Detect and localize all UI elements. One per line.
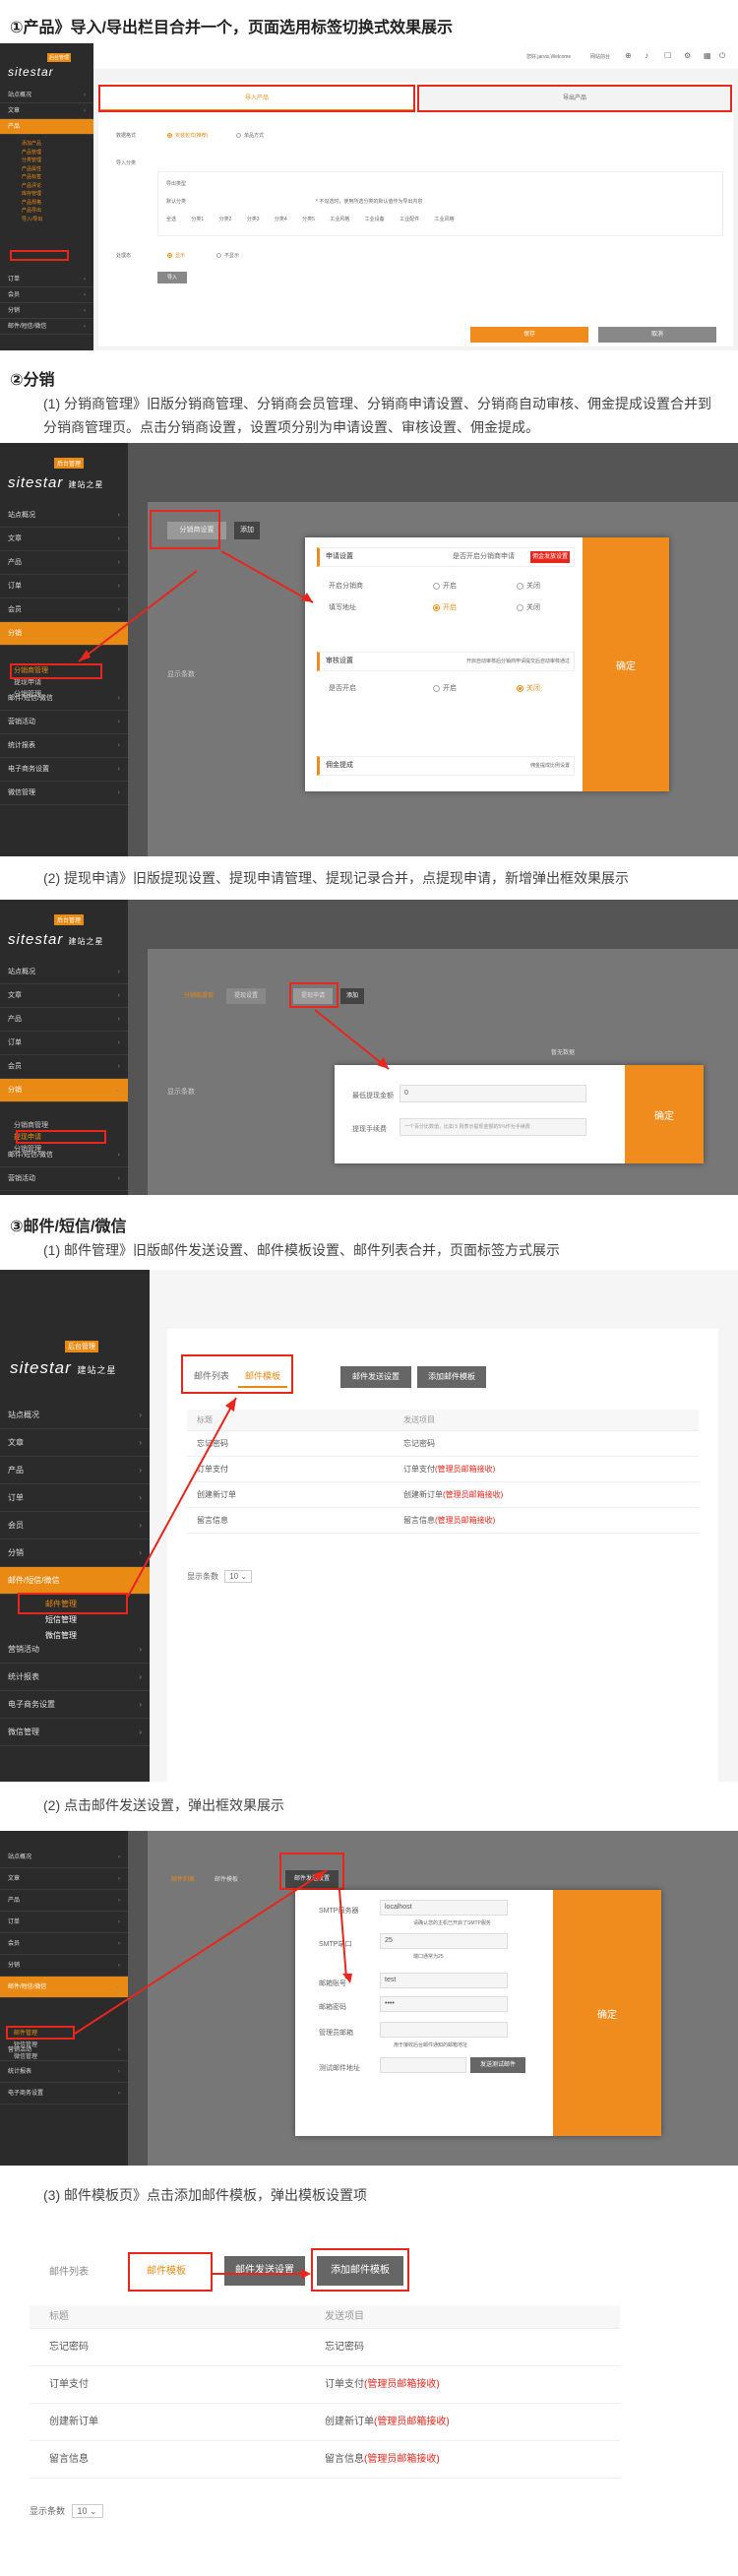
row-item: 创建新订单(管理员邮箱接收) bbox=[325, 2417, 450, 2427]
top-bar: 您好,jarvis,Welcome 网站前台 ⊕ ♪ ☐ ⚙ ▦ ⏻ bbox=[93, 43, 738, 69]
row-item: 留言信息(管理员邮箱接收) bbox=[325, 2454, 440, 2465]
status-label: 处理态 bbox=[116, 253, 132, 259]
admin-receive-note: (管理员邮箱接收) bbox=[374, 2417, 450, 2427]
screenshot-withdraw: sitestar 建站之星 后台管理 站点概况 › 文章 › 产品 › 订单 › 会员 › 分销 ⌄ 邮… bbox=[0, 900, 738, 1195]
nav-item-product[interactable]: 产品 ⌄ bbox=[0, 119, 93, 135]
submenu-item-import-export[interactable]: 导入/导出 bbox=[22, 216, 42, 224]
submenu-item[interactable]: 产品属性 bbox=[22, 165, 42, 174]
screenshot-product-import: sitestar 后台管理 站点概况 › 文章 › 产品 ⌄ 添加产品 产品管理 分类… bbox=[0, 43, 738, 350]
section-3-title: ③邮件/短信/微信 bbox=[10, 1219, 127, 1235]
category-box: 导出类型 默认分类 * 不勾选时，使用所选分类的默认值作为导出内容 全选 分类1… bbox=[157, 171, 723, 236]
row-title: 创建新订单 bbox=[49, 2417, 98, 2427]
edit-icon[interactable]: ☐ bbox=[664, 51, 671, 60]
admin-receive-note: (管理员邮箱接收) bbox=[364, 2454, 440, 2465]
nav-item[interactable]: 订单 › bbox=[0, 272, 93, 287]
pager-select[interactable]: 10 ⌄ bbox=[71, 2504, 103, 2518]
table-row[interactable]: 忘记密码 忘记密码 bbox=[30, 2329, 620, 2366]
help-icon[interactable]: ⊕ bbox=[625, 51, 632, 60]
logo: sitestar bbox=[8, 65, 54, 79]
section-2-desc-1: (1) 分销商管理》旧版分销商管理、分销商会员管理、分销商申请设置、分销商自动审… bbox=[43, 396, 711, 435]
table-header: 标题 发送项目 bbox=[30, 2305, 620, 2329]
category-label: 导入分类 bbox=[116, 160, 137, 166]
section-3-desc-1: (1) 邮件管理》旧版邮件发送设置、邮件模板设置、邮件列表合并，页面标签方式展示 bbox=[43, 1242, 560, 1258]
format-opt2[interactable]: 单品方式 bbox=[236, 132, 264, 139]
sidebar: sitestar 后台管理 站点概况 › 文章 › 产品 ⌄ 添加产品 产品管理 分类… bbox=[0, 43, 93, 350]
screenshot-distributor-settings: sitestar 建站之星 后台管理 站点概况 › 文章 › 产品 › 订单 › 会员 › 分销 ⌄ 邮… bbox=[0, 443, 738, 856]
section-3-desc-3: (3) 邮件模板页》点击添加邮件模板，弹出模板设置项 bbox=[43, 2187, 367, 2203]
power-icon[interactable]: ⏻ bbox=[719, 51, 725, 61]
section-3-desc-2: (2) 点击邮件发送设置，弹出框效果展示 bbox=[43, 1797, 284, 1813]
screenshot-mail-send-setting: 站点概况 › 文章 › 产品 › 订单 › 会员 › 分销 › 邮件/短信/微信 ⌄ 营销活动 › 统计报表 › 电… bbox=[0, 1831, 738, 2166]
nav-item[interactable]: 站点概况 › bbox=[0, 88, 93, 103]
table-row[interactable]: 订单支付 订单支付(管理员邮箱接收) bbox=[30, 2366, 620, 2404]
nav-item[interactable]: 分销 › bbox=[0, 303, 93, 319]
gear-icon[interactable]: ⚙ bbox=[684, 51, 691, 60]
submenu-item[interactable]: 产品规格 bbox=[22, 199, 42, 208]
row-title: 留言信息 bbox=[49, 2454, 89, 2465]
pager: 显示条数 10 ⌄ bbox=[30, 2504, 103, 2518]
top-site-link[interactable]: 网站前台 bbox=[590, 53, 610, 60]
category-list[interactable]: 全选 分类1 分类2 分类3 分类4 分类5 工业风格 工业设备 工业配件 工业… bbox=[166, 216, 717, 222]
section-2-desc-2: (2) 提现申请》旧版提现设置、提现申请管理、提现记录合并，点提现申请，新增弹出… bbox=[43, 870, 629, 886]
row-title: 忘记密码 bbox=[49, 2342, 89, 2353]
format-label: 数据格式 bbox=[116, 133, 137, 139]
format-opt1[interactable]: 安装包式(推荐) bbox=[167, 132, 208, 139]
product-submenu: 添加产品 产品管理 分类管理 产品属性 产品标签 产品评论 库存管理 产品规格 … bbox=[22, 140, 42, 223]
section-1-title: ①产品》导入/导出栏目合并一个，页面选用标签切换式效果展示 bbox=[10, 20, 453, 36]
nav-item[interactable]: 会员 › bbox=[0, 287, 93, 303]
submenu-item[interactable]: 产品管理 bbox=[22, 149, 42, 157]
cancel-button[interactable]: 取消 bbox=[598, 327, 716, 343]
default-label: 默认分类 bbox=[166, 199, 187, 205]
section-2-title: ②分销 bbox=[10, 372, 55, 389]
row-item: 订单支付(管理员邮箱接收) bbox=[325, 2379, 440, 2390]
highlight-box bbox=[417, 85, 732, 112]
arrow-annotation bbox=[314, 1009, 390, 1070]
mail-table: 标题 发送项目 忘记密码 忘记密码 订单支付 订单支付(管理员邮箱接收) 创建新订单 创建… bbox=[30, 2305, 620, 2482]
status-opt1[interactable]: 显示 bbox=[167, 252, 185, 259]
submenu-item[interactable]: 产品评论 bbox=[22, 182, 42, 191]
submenu-item[interactable]: 添加产品 bbox=[22, 140, 42, 149]
nav-item[interactable]: 邮件/短信/微信 › bbox=[0, 319, 93, 335]
save-button[interactable]: 保存 bbox=[470, 327, 588, 343]
table-row[interactable]: 留言信息 留言信息(管理员邮箱接收) bbox=[30, 2441, 620, 2479]
submenu-item[interactable]: 产品导出 bbox=[22, 207, 42, 216]
submenu-item[interactable]: 分类管理 bbox=[22, 157, 42, 165]
submenu-item[interactable]: 产品标签 bbox=[22, 173, 42, 182]
grid-icon[interactable]: ▦ bbox=[704, 51, 711, 60]
nav-item[interactable]: 文章 › bbox=[0, 103, 93, 119]
submenu-item[interactable]: 库存管理 bbox=[22, 190, 42, 199]
arrow-annotation bbox=[127, 1397, 237, 1598]
arrow-annotation bbox=[78, 550, 314, 662]
bell-icon[interactable]: ♪ bbox=[645, 51, 648, 60]
admin-receive-note: (管理员邮箱接收) bbox=[364, 2379, 440, 2390]
row-item: 忘记密码 bbox=[325, 2342, 364, 2353]
screenshot-mail-template: 邮件列表 邮件模板 邮件发送设置 添加邮件模板 标题 发送项目 忘记密码 忘记密码… bbox=[30, 2234, 640, 2530]
logo-badge: 后台管理 bbox=[47, 53, 72, 62]
highlight-box bbox=[98, 85, 415, 112]
arrow-annotation bbox=[74, 1869, 352, 2035]
status-opt2[interactable]: 不显示 bbox=[216, 252, 239, 259]
submit-button[interactable]: 导入 bbox=[157, 272, 187, 283]
arrow-annotation bbox=[213, 2269, 311, 2279]
type-label: 导出类型 bbox=[166, 181, 187, 187]
screenshot-mail-list: sitestar 建站之星 后台管理 站点概况 › 文章 › 产品 › 订单 › 会员 › 分销 › 邮… bbox=[0, 1270, 738, 1782]
table-row[interactable]: 创建新订单 创建新订单(管理员邮箱接收) bbox=[30, 2404, 620, 2441]
row-title: 订单支付 bbox=[49, 2379, 89, 2390]
top-user: 您好,jarvis,Welcome bbox=[526, 54, 572, 60]
highlight-box bbox=[10, 250, 69, 261]
note-text: * 不勾选时，使用所选分类的默认值作为导出内容 bbox=[316, 199, 423, 205]
main-panel: 导入产品 导出产品 数据格式 安装包式(推荐) 单品方式 导入分类 导出类型 默… bbox=[98, 83, 733, 346]
